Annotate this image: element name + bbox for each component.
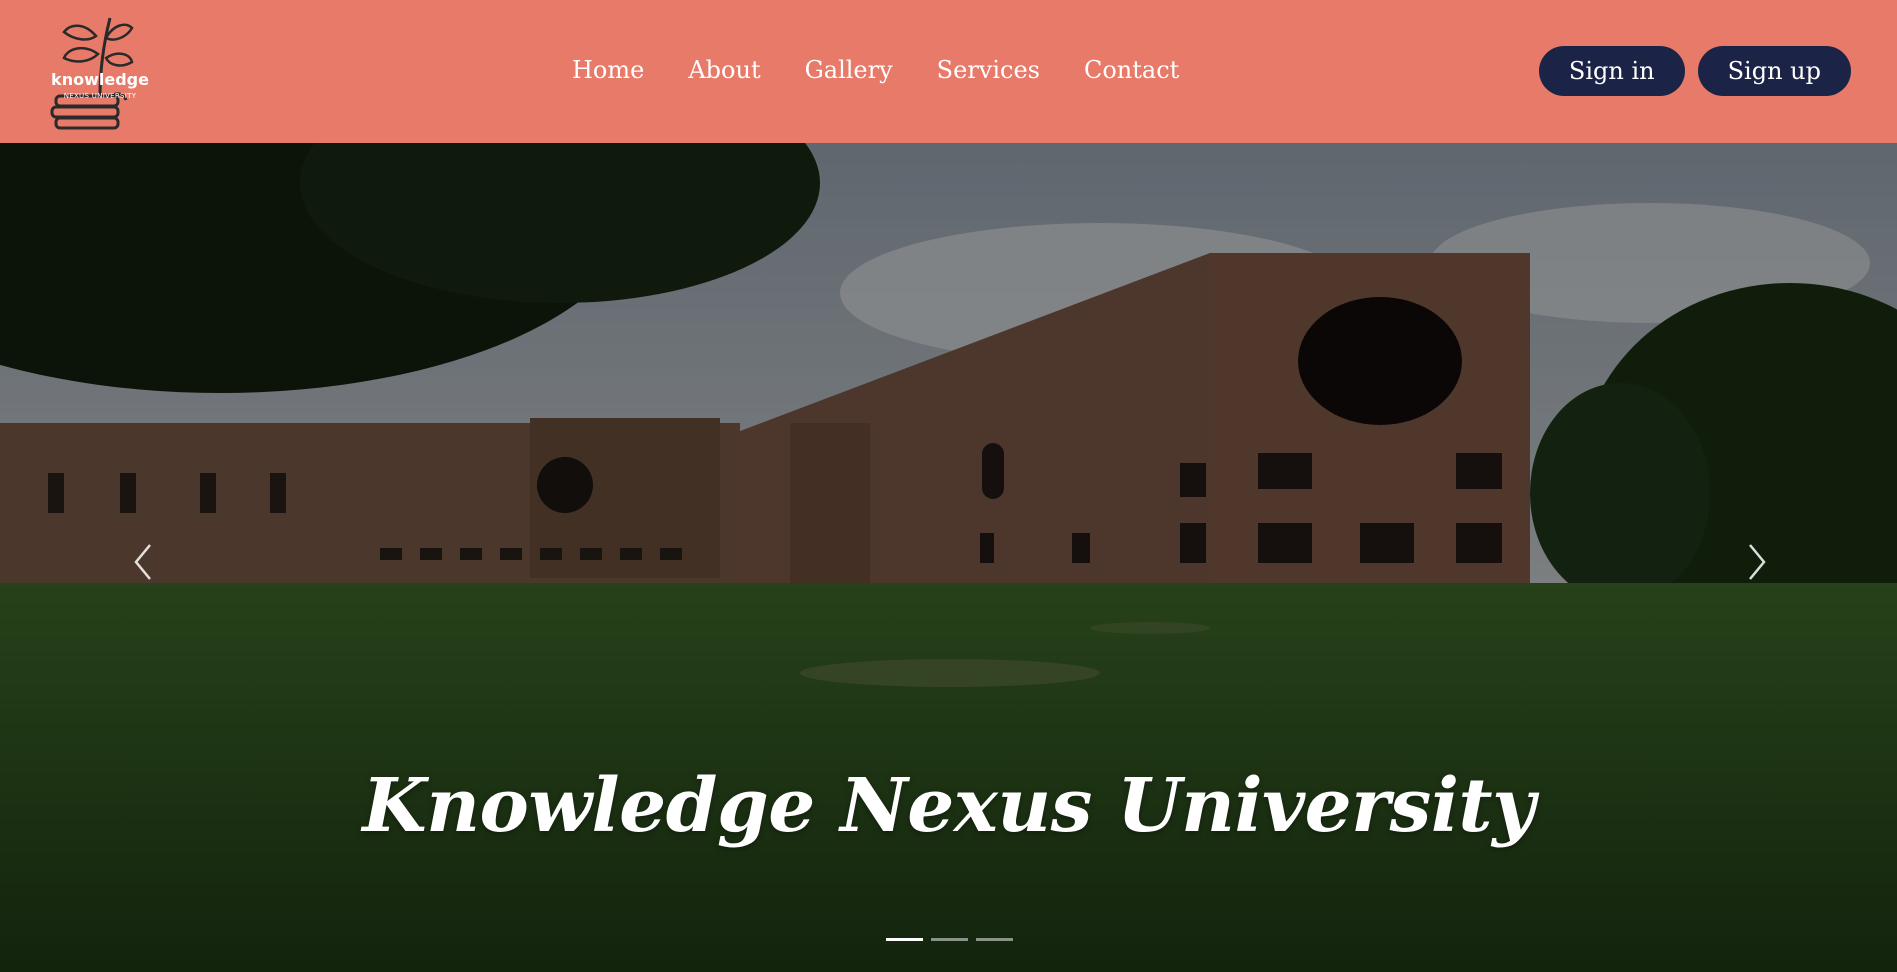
- logo-wordmark: knowledge: [51, 70, 149, 89]
- nav-home[interactable]: Home: [572, 56, 644, 84]
- carousel-indicator-3[interactable]: [976, 938, 1013, 941]
- carousel-indicator-2[interactable]: [931, 938, 968, 941]
- sign-in-button[interactable]: Sign in: [1538, 46, 1685, 96]
- auth-buttons: Sign in Sign up: [1526, 46, 1851, 96]
- carousel-prev-button[interactable]: [124, 537, 164, 587]
- sign-up-button[interactable]: Sign up: [1697, 46, 1851, 96]
- hero-carousel: Knowledge Nexus University: [0, 143, 1897, 972]
- carousel-indicators: [886, 938, 1021, 941]
- logo-subtitle: NEXUS UNIVERSITY: [63, 92, 137, 100]
- nav-about[interactable]: About: [688, 56, 760, 84]
- university-logo[interactable]: knowledge NEXUS UNIVERSITY: [44, 10, 164, 134]
- chevron-left-icon: [134, 544, 151, 580]
- site-header: knowledge NEXUS UNIVERSITY Home About Ga…: [0, 0, 1897, 143]
- carousel-indicator-1[interactable]: [886, 938, 923, 941]
- main-nav: Home About Gallery Services Contact: [572, 50, 1179, 90]
- hero-title: Knowledge Nexus University: [362, 763, 1535, 849]
- chevron-right-icon: [1749, 544, 1766, 580]
- nav-gallery[interactable]: Gallery: [805, 56, 893, 84]
- carousel-next-button[interactable]: [1736, 537, 1776, 587]
- nav-services[interactable]: Services: [937, 56, 1040, 84]
- nav-contact[interactable]: Contact: [1084, 56, 1179, 84]
